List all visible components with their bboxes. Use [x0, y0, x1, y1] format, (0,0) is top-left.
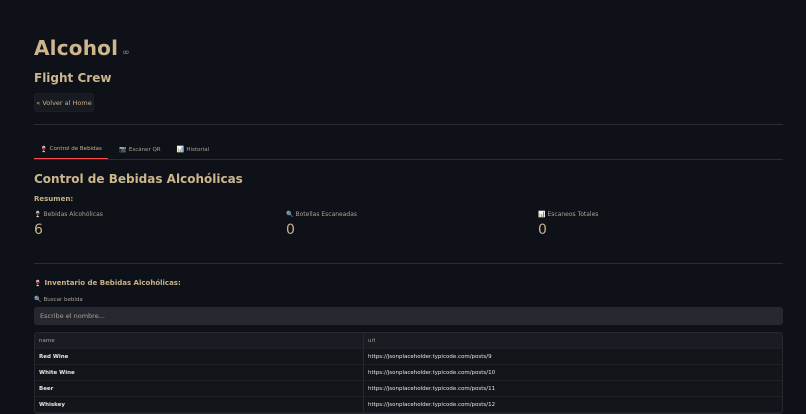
cell-name: Whiskey	[35, 397, 364, 412]
camera-icon: 📷	[119, 146, 127, 153]
tab-label: Escáner QR	[128, 146, 161, 153]
metric-label: Botellas Escaneadas	[295, 211, 358, 218]
search-label-text: Buscar bebida	[43, 296, 83, 303]
search-input[interactable]	[34, 307, 783, 325]
anchor-link-icon[interactable]: ∞	[122, 48, 130, 58]
divider	[34, 124, 783, 125]
tab-control-bebidas[interactable]: 🍷 Control de Bebidas	[34, 140, 108, 160]
cell-name: Red Wine	[35, 349, 364, 364]
metric-bebidas: 🍷 Bebidas Alcohólicas 6	[34, 211, 274, 238]
title-row: Alcohol ∞	[34, 36, 130, 60]
wine-glass-icon: 🍷	[34, 211, 42, 218]
inventory-title: 🍷 Inventario de Bebidas Alcohólicas:	[34, 279, 181, 287]
tab-bar: 🍷 Control de Bebidas 📷 Escáner QR 📊 Hist…	[34, 140, 783, 160]
wine-glass-icon: 🍷	[40, 145, 48, 153]
wine-glass-icon: 🍷	[34, 279, 42, 287]
tab-label: Control de Bebidas	[49, 146, 102, 152]
magnifier-icon: 🔍	[286, 211, 294, 218]
cell-name: Beer	[35, 381, 364, 396]
tab-divider	[34, 159, 783, 160]
search-label: 🔍 Buscar bebida	[34, 296, 83, 303]
summary-label: Resumen:	[34, 195, 74, 203]
table-row[interactable]: Whiskey https://jsonplaceholder.typicode…	[35, 397, 782, 413]
magnifier-icon: 🔍	[34, 296, 42, 303]
divider	[34, 263, 783, 264]
back-home-button[interactable]: « Volver al Home	[34, 93, 94, 112]
inventory-title-text: Inventario de Bebidas Alcohólicas:	[44, 279, 181, 287]
chart-icon: 📊	[538, 211, 546, 218]
metric-botellas: 🔍 Botellas Escaneadas 0	[286, 211, 526, 238]
metric-label: Escaneos Totales	[547, 211, 599, 218]
cell-url: https://jsonplaceholder.typicode.com/pos…	[368, 385, 496, 392]
metric-value: 0	[286, 222, 295, 238]
inventory-table: name url Red Wine https://jsonplaceholde…	[34, 332, 783, 414]
table-row[interactable]: Red Wine https://jsonplaceholder.typicod…	[35, 349, 782, 365]
column-header-name[interactable]: name	[35, 333, 364, 348]
cell-url: https://jsonplaceholder.typicode.com/pos…	[368, 353, 492, 360]
page-subtitle: Flight Crew	[34, 71, 112, 85]
tab-historial[interactable]: 📊 Historial	[176, 140, 210, 159]
table-header-row: name url	[35, 333, 782, 349]
table-row[interactable]: White Wine https://jsonplaceholder.typic…	[35, 365, 782, 381]
metric-escaneos: 📊 Escaneos Totales 0	[538, 211, 778, 238]
tab-escaner-qr[interactable]: 📷 Escáner QR	[117, 140, 163, 159]
cell-url: https://jsonplaceholder.typicode.com/pos…	[368, 369, 496, 376]
cell-url: https://jsonplaceholder.typicode.com/pos…	[368, 401, 496, 408]
section-title: Control de Bebidas Alcohólicas	[34, 172, 243, 186]
column-header-url[interactable]: url	[364, 333, 782, 348]
tab-label: Historial	[186, 146, 210, 153]
metric-value: 0	[538, 222, 547, 238]
metric-label: Bebidas Alcohólicas	[43, 211, 103, 218]
page-title: Alcohol	[34, 36, 119, 60]
table-row[interactable]: Beer https://jsonplaceholder.typicode.co…	[35, 381, 782, 397]
chart-icon: 📊	[176, 146, 185, 153]
cell-name: White Wine	[35, 365, 364, 380]
metric-value: 6	[34, 222, 43, 238]
